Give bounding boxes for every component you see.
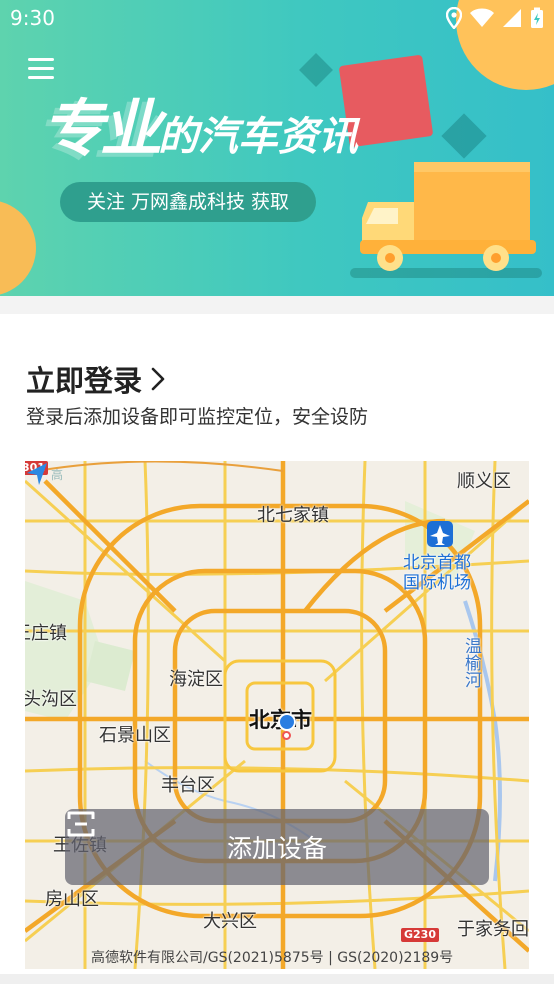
map-view[interactable]: 301 G230 顺义区 北七家镇 北京首都 国际机场 王庄镇 温榆河 海淀区 … (25, 461, 529, 969)
scan-device-icon (67, 811, 95, 837)
map-label: 海淀区 (169, 669, 223, 690)
map-label: 头沟区 (25, 689, 77, 710)
current-location-marker (278, 713, 296, 731)
map-label: 石景山区 (99, 725, 171, 746)
decor-circle (0, 200, 36, 296)
location-icon (446, 7, 462, 29)
status-bar: 9:30 (0, 0, 554, 36)
login-title: 立即登录 (26, 364, 143, 398)
map-label-airport: 北京首都 国际机场 (403, 553, 471, 593)
headline-small: 的汽车资讯 (158, 114, 359, 160)
airport-line2: 国际机场 (403, 573, 471, 593)
battery-charging-icon (531, 7, 543, 28)
map-label: 大兴区 (203, 911, 257, 932)
svg-text:高: 高 (51, 467, 63, 482)
banner-pill[interactable]: 关注 万网鑫成科技 获取 (60, 182, 316, 222)
map-label-river: 温榆河 (461, 637, 481, 688)
menu-icon[interactable] (28, 58, 54, 80)
airport-icon (427, 521, 453, 547)
status-time: 9:30 (10, 6, 55, 30)
map-label: 北七家镇 (257, 505, 329, 526)
map-label: 房山区 (45, 889, 99, 910)
map-center-pin (282, 731, 291, 740)
add-device-button[interactable]: 添加设备 (65, 809, 489, 885)
map-label: 王庄镇 (25, 623, 67, 644)
login-subtitle: 登录后添加设备即可监控定位，安全设防 (26, 406, 369, 428)
banner-headline: 专业的汽车资讯 (42, 78, 358, 168)
map-attribution: 高德软件有限公司/GS(2021)5875号 | GS(2020)2189号 (91, 950, 454, 966)
signal-icon (503, 9, 521, 27)
add-device-label: 添加设备 (226, 834, 327, 863)
map-label: 丰台区 (161, 775, 215, 796)
status-icons (446, 7, 544, 29)
login-link[interactable]: 立即登录 (26, 358, 166, 400)
wifi-icon (470, 8, 494, 27)
bottom-strip (0, 974, 554, 984)
map-label: 于家务回 (457, 919, 529, 940)
map-label: 顺义区 (457, 471, 511, 492)
chevron-right-icon (151, 367, 165, 391)
banner[interactable]: 9:30 专业的汽车资讯 关注 万网鑫成科技 获取 (0, 0, 554, 296)
amap-logo-icon: 高 (27, 463, 63, 485)
truck-icon (360, 162, 536, 271)
headline-big: 专业 (42, 92, 162, 165)
decor-diamond (441, 113, 487, 159)
content-card: 立即登录 登录后添加设备即可监控定位，安全设防 301 G230 顺义区 北七家… (0, 314, 554, 974)
road-badge: G230 (401, 928, 439, 942)
airport-line1: 北京首都 (403, 553, 471, 573)
